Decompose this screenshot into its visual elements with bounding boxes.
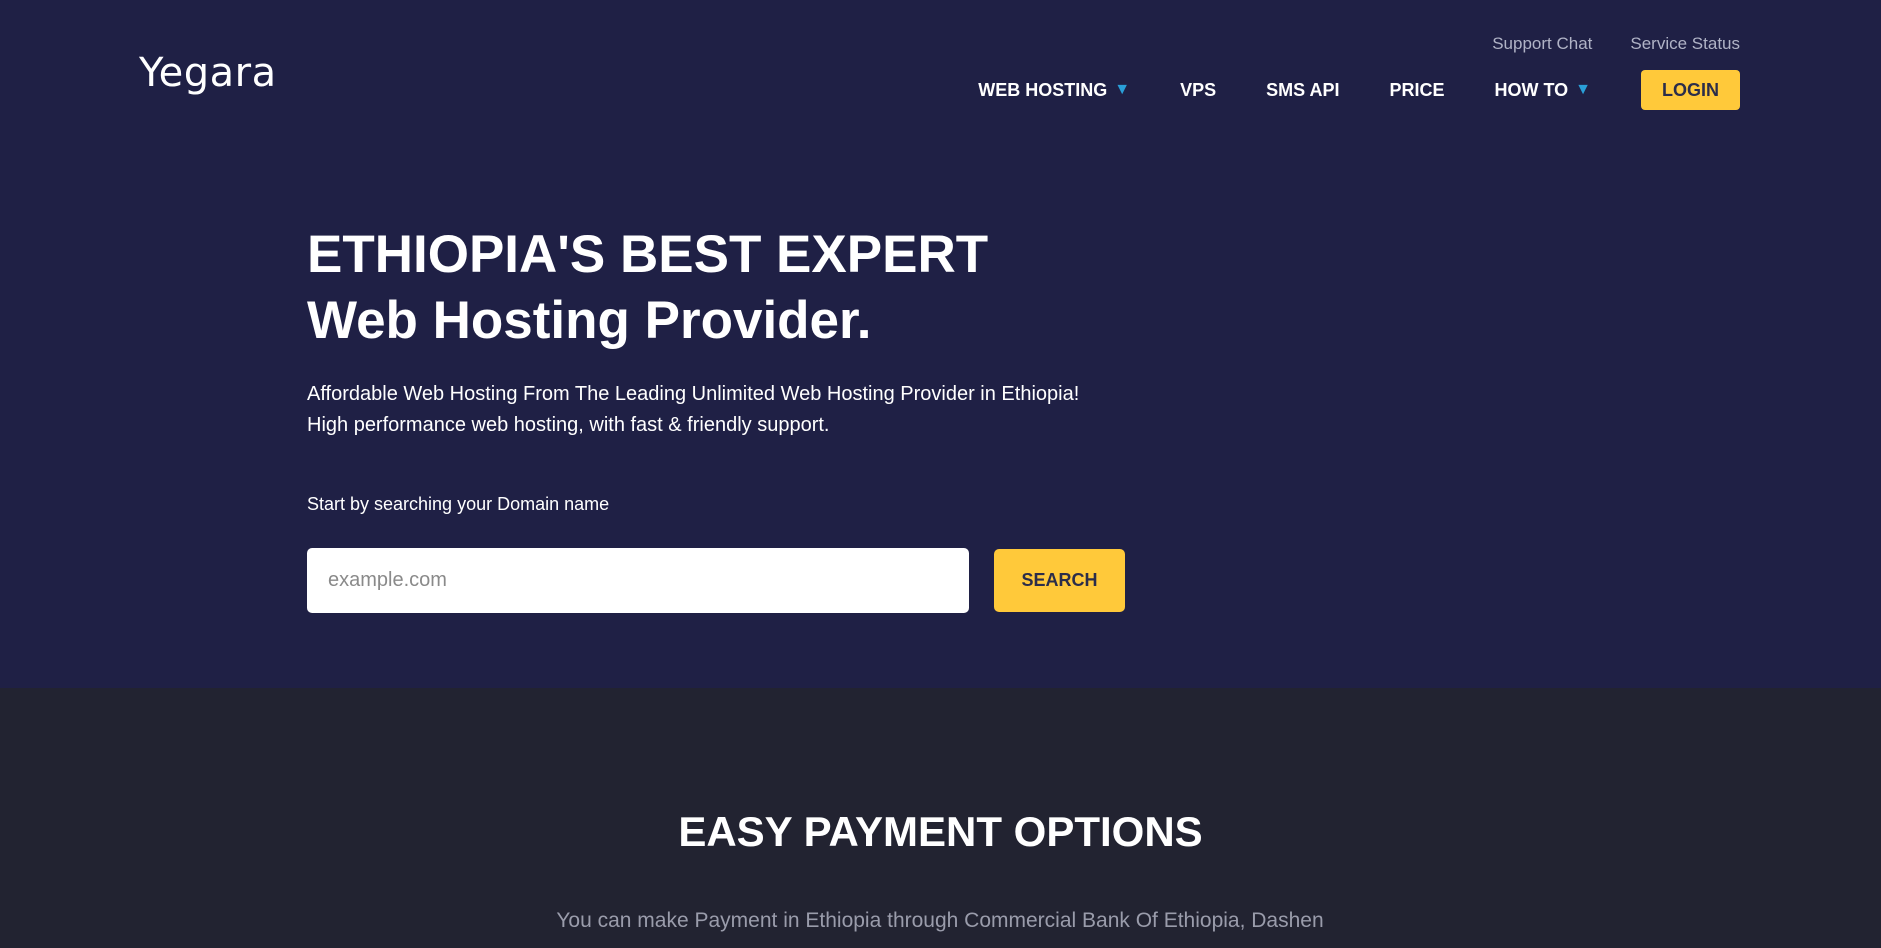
service-status-link[interactable]: Service Status <box>1630 34 1740 54</box>
nav-price-label: PRICE <box>1389 79 1445 100</box>
payment-options-section: EASY PAYMENT OPTIONS You can make Paymen… <box>0 688 1881 948</box>
payment-title: EASY PAYMENT OPTIONS <box>678 808 1203 855</box>
domain-search-label: Start by searching your Domain name <box>307 494 610 514</box>
headline-line-1: ETHIOPIA'S BEST EXPERT <box>307 225 989 284</box>
nav-how-to-label: HOW TO <box>1494 79 1569 100</box>
hero-headline: ETHIOPIA'S BEST EXPERT Web Hosting Provi… <box>307 222 988 354</box>
nav-sms-api[interactable]: SMS API <box>1266 70 1339 110</box>
search-button[interactable]: SEARCH <box>994 549 1125 612</box>
login-button[interactable]: LOGIN <box>1641 70 1740 110</box>
nav-web-hosting[interactable]: WEB HOSTING ▼ <box>978 70 1130 110</box>
chevron-down-icon: ▼ <box>1114 81 1131 98</box>
chevron-down-icon: ▼ <box>1575 81 1591 98</box>
nav-web-hosting-label: WEB HOSTING <box>978 79 1108 100</box>
top-links: Support Chat Service Status <box>1492 34 1740 54</box>
nav-vps-label: VPS <box>1180 79 1217 100</box>
nav-vps[interactable]: VPS <box>1180 70 1216 110</box>
support-chat-link[interactable]: Support Chat <box>1492 34 1592 54</box>
headline-line-2: Web Hosting Provider. <box>307 291 872 350</box>
main-nav: WEB HOSTING ▼ VPS SMS API PRICE HOW TO ▼… <box>978 70 1740 110</box>
nav-sms-api-label: SMS API <box>1266 79 1340 100</box>
hero-section: Yegara Support Chat Service Status WEB H… <box>0 0 1881 688</box>
site-logo[interactable]: Yegara <box>139 50 277 96</box>
hero-subtext: Affordable Web Hosting From The Leading … <box>307 383 1080 436</box>
payment-description: You can make Payment in Ethiopia through… <box>556 909 1324 932</box>
domain-search-input[interactable] <box>307 548 969 613</box>
nav-price[interactable]: PRICE <box>1389 70 1444 110</box>
nav-how-to[interactable]: HOW TO ▼ <box>1494 70 1591 110</box>
